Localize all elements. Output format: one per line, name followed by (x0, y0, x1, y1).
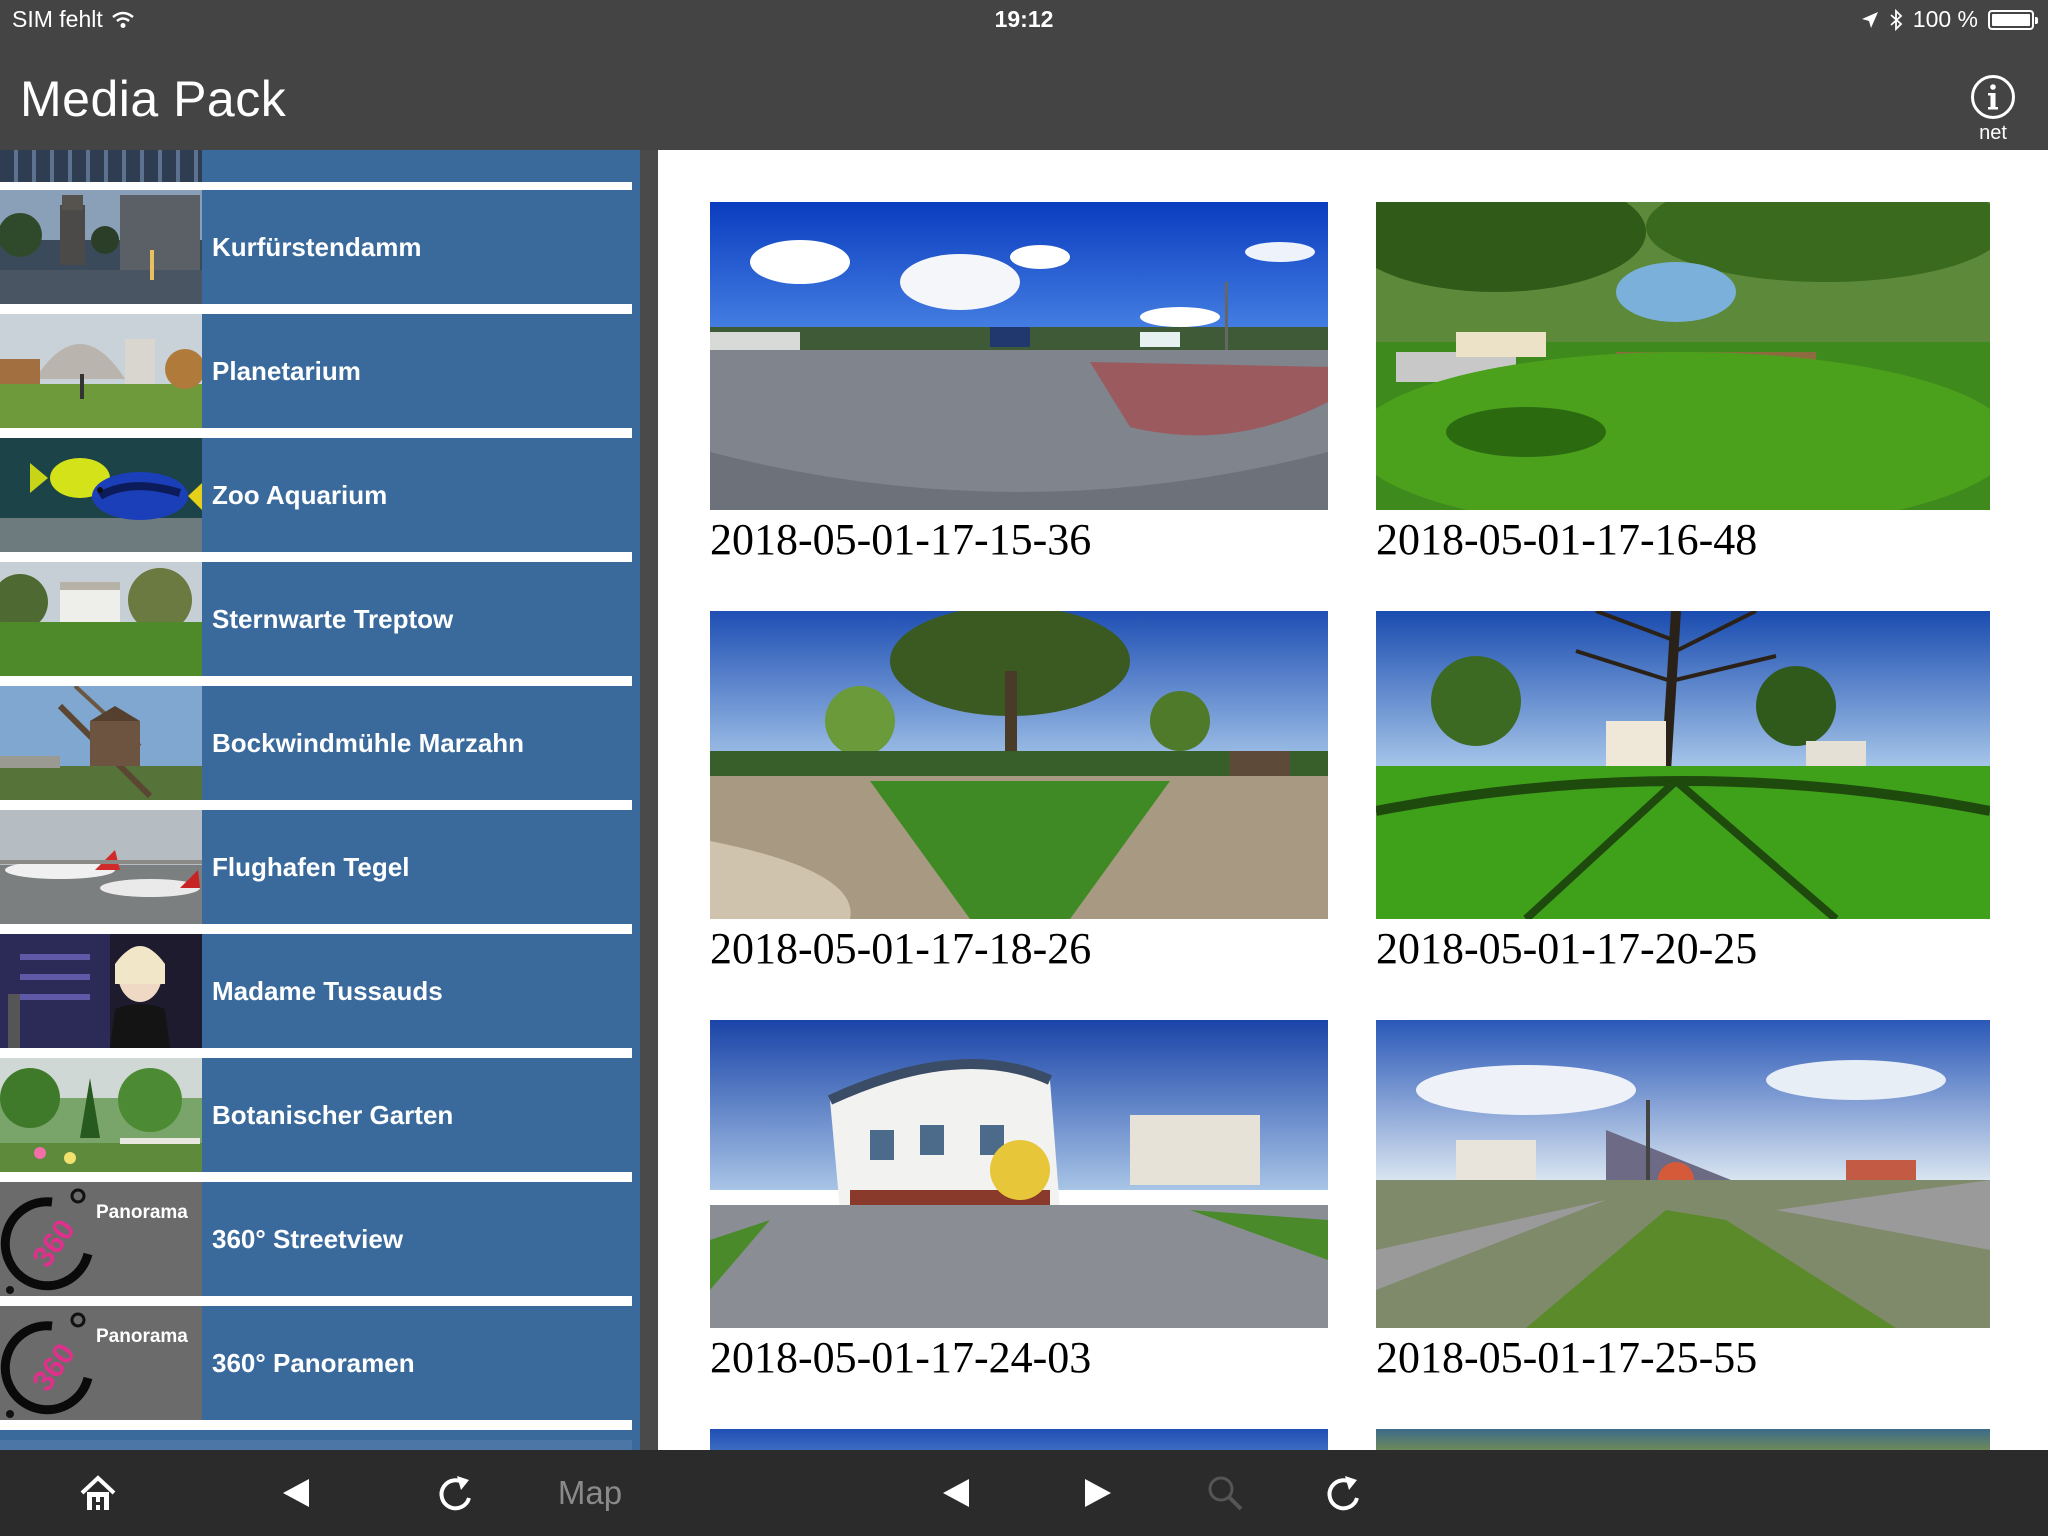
panorama-logo-word: Panorama (96, 1202, 188, 1223)
split-divider[interactable] (640, 150, 658, 1450)
gallery-item[interactable]: 2018-05-01-17-25-55 (1376, 1020, 1990, 1383)
location-arrow-icon (1861, 11, 1878, 28)
status-bar: SIM fehlt 19:12 100 % (0, 0, 2048, 40)
sidebar-item-sternwarte-treptow[interactable]: Sternwarte Treptow (0, 562, 632, 686)
search-icon (1208, 1476, 1243, 1511)
panorama-thumbnail[interactable] (1376, 1020, 1990, 1328)
reload-icon (439, 1476, 471, 1511)
garden-thumbnail (0, 1058, 202, 1172)
battery-icon (1988, 9, 2038, 30)
sidebar-item-label: Planetarium (212, 355, 361, 386)
gallery-item[interactable]: 2018-05-01-17-18-26 (710, 611, 1328, 974)
lawn-thumbnail (0, 562, 202, 676)
panorama-thumbnail[interactable] (1376, 1429, 1990, 1450)
panorama-caption: 2018-05-01-17-18-26 (710, 924, 1092, 973)
info-icon (1971, 75, 2015, 119)
planetarium-thumbnail (0, 314, 202, 428)
fish-thumbnail (0, 438, 202, 552)
divider (0, 1296, 632, 1306)
sidebar-partial-item[interactable] (0, 150, 632, 190)
sidebar-partial-item[interactable] (0, 1440, 632, 1450)
panorama-caption: 2018-05-01-17-20-25 (1376, 924, 1758, 973)
gallery-item[interactable] (710, 1429, 1328, 1450)
sidebar-item-label: Botanischer Garten (212, 1099, 454, 1130)
panorama-360-logo: Panorama 360 (0, 1182, 202, 1296)
sidebar-item-madame-tussauds[interactable]: Madame Tussauds (0, 934, 632, 1058)
divider (0, 304, 632, 314)
next-button[interactable] (1078, 1450, 1118, 1536)
refresh-button[interactable] (1318, 1450, 1368, 1536)
sidebar-item-label: Zoo Aquarium (212, 479, 388, 510)
search-button[interactable] (1200, 1450, 1250, 1536)
panorama-caption: 2018-05-01-17-24-03 (710, 1333, 1092, 1382)
home-button[interactable] (70, 1450, 126, 1536)
sidebar-item-360-panoramen[interactable]: Panorama 360 360° Panoramen (0, 1306, 632, 1430)
sidebar-item-label: 360° Panoramen (212, 1347, 415, 1378)
home-icon (80, 1475, 116, 1510)
sidebar-item-label: Flughafen Tegel (212, 851, 410, 882)
panorama-thumbnail[interactable] (710, 1429, 1328, 1450)
divider (0, 1048, 632, 1058)
panorama-caption: 2018-05-01-17-15-36 (710, 515, 1092, 564)
panorama-thumbnail[interactable] (710, 611, 1328, 919)
back-button[interactable] (276, 1450, 316, 1536)
windmill-thumbnail (0, 686, 202, 800)
refresh-icon (1327, 1476, 1359, 1511)
sidebar-item-label: Bockwindmühle Marzahn (212, 727, 525, 758)
street-thumbnail (0, 190, 202, 304)
sidebar-item-botanischer-garten[interactable]: Botanischer Garten (0, 1058, 632, 1182)
app-header: Media Pack net (0, 40, 2048, 150)
divider (0, 676, 632, 686)
divider (0, 1420, 632, 1430)
clock: 19:12 (994, 6, 1054, 32)
sidebar-item-label: 360° Streetview (212, 1223, 404, 1254)
info-label: net (1979, 122, 2007, 144)
panorama-thumbnail[interactable] (1376, 611, 1990, 919)
divider (0, 1172, 632, 1182)
gallery-item[interactable]: 2018-05-01-17-16-48 (1376, 202, 1990, 565)
divider (0, 552, 632, 562)
bottom-toolbar: Map (0, 1450, 2048, 1536)
panorama-logo-word: Panorama (96, 1326, 188, 1347)
airport-thumbnail (0, 810, 202, 924)
divider (0, 428, 632, 438)
info-button[interactable]: net (1968, 74, 2018, 145)
next-triangle-icon (1085, 1479, 1111, 1507)
sidebar[interactable]: Kurfürstendamm Planetarium Zoo Aquarium … (0, 150, 640, 1450)
divider (0, 800, 632, 810)
battery-fill (1992, 13, 2030, 26)
panorama-thumbnail[interactable] (710, 202, 1328, 510)
map-button[interactable]: Map (550, 1450, 630, 1536)
sidebar-item-kurfuerstendamm[interactable]: Kurfürstendamm (0, 190, 632, 314)
sidebar-item-label: Sternwarte Treptow (212, 603, 454, 634)
sidebar-item-zoo-aquarium[interactable]: Zoo Aquarium (0, 438, 632, 562)
panorama-caption: 2018-05-01-17-16-48 (1376, 515, 1758, 564)
gallery-item[interactable]: 2018-05-01-17-15-36 (710, 202, 1328, 565)
previous-triangle-icon (943, 1479, 969, 1507)
divider (0, 924, 632, 934)
panorama-thumbnail[interactable] (1376, 202, 1990, 510)
sidebar-item-planetarium[interactable]: Planetarium (0, 314, 632, 438)
sidebar-item-bockwindmuehle[interactable]: Bockwindmühle Marzahn (0, 686, 632, 810)
sidebar-item-label: Kurfürstendamm (212, 231, 422, 262)
back-triangle-icon (283, 1479, 309, 1507)
gallery-item[interactable]: 2018-05-01-17-20-25 (1376, 611, 1990, 974)
app-title: Media Pack (20, 71, 287, 127)
wax-figure-thumbnail (0, 934, 202, 1048)
sidebar-item-flughafen-tegel[interactable]: Flughafen Tegel (0, 810, 632, 934)
gallery-item[interactable] (1376, 1429, 1990, 1450)
bluetooth-icon (1890, 8, 1903, 31)
divider (0, 182, 632, 190)
panorama-360-logo: Panorama 360 (0, 1306, 202, 1420)
reload-button[interactable] (430, 1450, 480, 1536)
panorama-gallery[interactable]: 2018-05-01-17-15-36 2018-05-01-17-16-48 (658, 150, 2048, 1450)
gallery-item[interactable]: 2018-05-01-17-24-03 (710, 1020, 1328, 1383)
previous-button[interactable] (936, 1450, 976, 1536)
sidebar-item-360-streetview[interactable]: Panorama 360 360° Streetview (0, 1182, 632, 1306)
battery-percent: 100 % (1912, 6, 1978, 32)
status-right: 100 % (1861, 6, 2038, 33)
sidebar-item-label: Madame Tussauds (212, 975, 443, 1006)
panorama-thumbnail[interactable] (710, 1020, 1328, 1328)
panorama-caption: 2018-05-01-17-25-55 (1376, 1333, 1758, 1382)
